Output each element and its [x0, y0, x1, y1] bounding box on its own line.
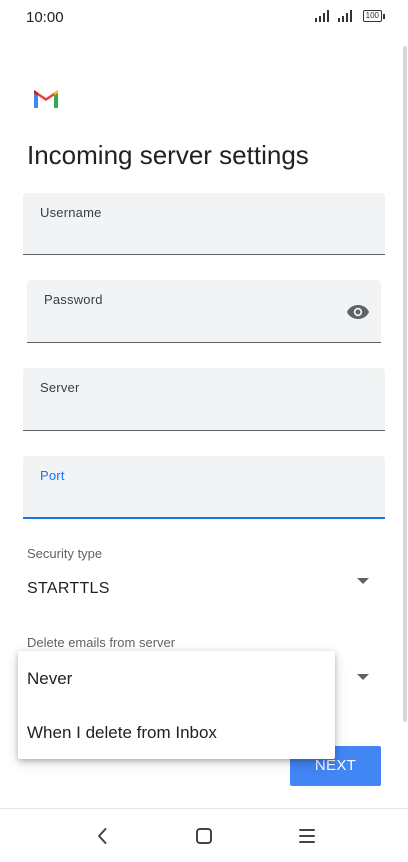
security-type-select[interactable]: STARTTLS	[27, 580, 110, 598]
back-icon[interactable]	[91, 824, 115, 848]
battery-icon: 100	[362, 10, 386, 22]
username-field[interactable]: Username	[23, 193, 385, 255]
gmail-icon	[34, 90, 58, 108]
password-field[interactable]: Password	[27, 280, 381, 343]
dropdown-option-when-delete[interactable]: When I delete from Inbox	[27, 723, 217, 743]
signal-icon	[337, 10, 352, 22]
home-icon[interactable]	[192, 824, 216, 848]
status-icons: 100	[314, 10, 386, 22]
port-field[interactable]: Port	[23, 456, 385, 519]
menu-icon[interactable]	[295, 824, 319, 848]
username-label: Username	[40, 205, 102, 220]
scrollbar[interactable]	[403, 46, 407, 722]
server-field[interactable]: Server	[23, 368, 385, 431]
delete-emails-dropdown-menu: Never When I delete from Inbox	[18, 651, 335, 759]
port-label: Port	[40, 468, 65, 483]
status-time: 10:00	[26, 9, 64, 26]
navigation-bar	[0, 808, 408, 862]
eye-icon[interactable]	[346, 303, 370, 321]
page-title: Incoming server settings	[27, 140, 309, 170]
security-type-label: Security type	[27, 546, 103, 561]
dropdown-option-never[interactable]: Never	[27, 669, 72, 689]
server-label: Server	[40, 380, 80, 395]
signal-icon	[314, 10, 329, 22]
status-bar: 10:00 100	[0, 0, 408, 34]
password-label: Password	[44, 292, 103, 307]
delete-emails-dropdown-icon[interactable]	[357, 674, 369, 680]
delete-emails-label: Delete emails from server	[27, 635, 176, 650]
security-dropdown-icon[interactable]	[357, 578, 369, 584]
